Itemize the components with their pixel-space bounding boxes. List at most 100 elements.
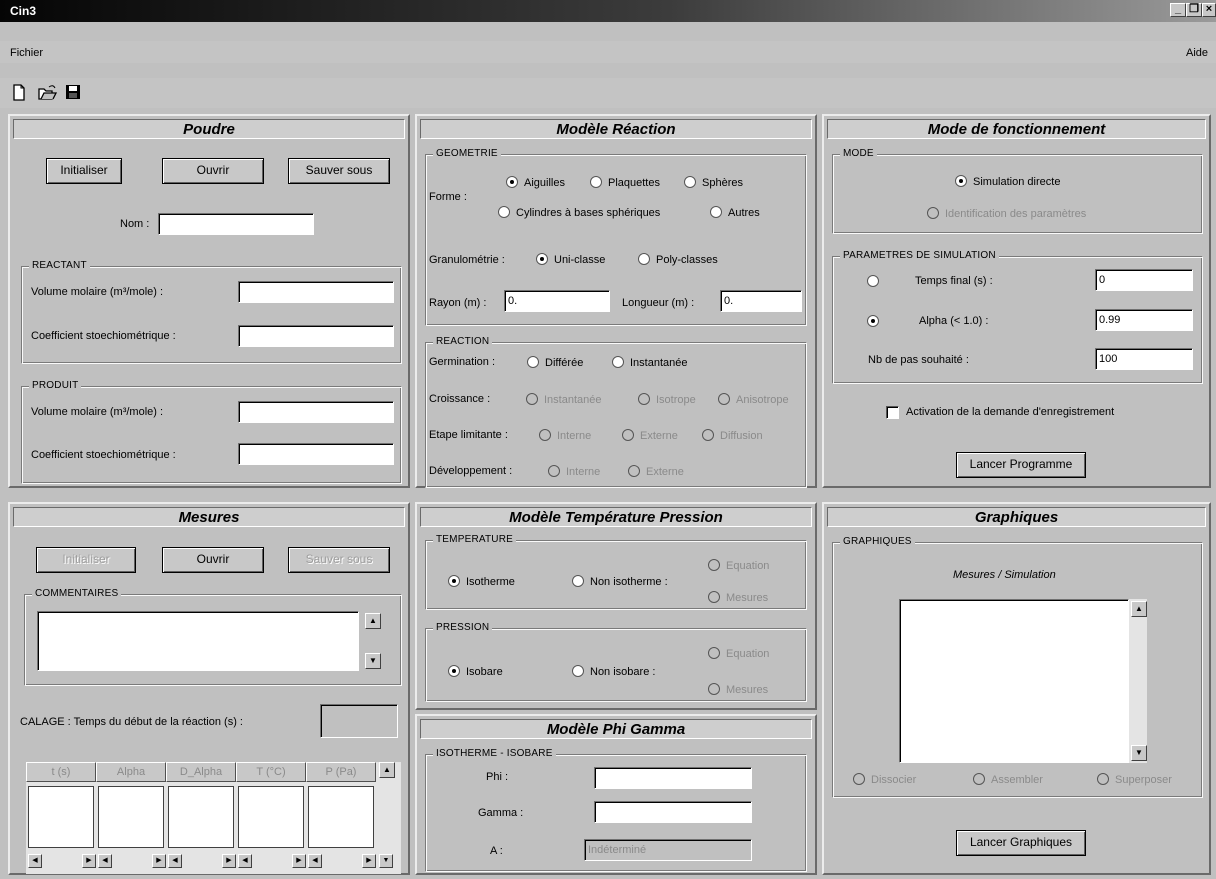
grid-header-dalpha: D_Alpha [166, 762, 236, 782]
lancer-programme-button[interactable]: Lancer Programme [956, 452, 1086, 478]
grid-scroll-right-icon[interactable]: ▶ [222, 854, 236, 868]
grid-scroll-left-icon[interactable]: ◀ [98, 854, 112, 868]
radio-cylindres[interactable]: Cylindres à bases sphériques [498, 206, 660, 219]
graph-scroll-down-icon[interactable]: ▼ [1131, 745, 1147, 761]
grid-scroll-right-icon[interactable]: ▶ [292, 854, 306, 868]
lancer-graphiques-button[interactable]: Lancer Graphiques [956, 830, 1086, 856]
radio-autres[interactable]: Autres [710, 206, 760, 219]
reactant-stoich-input[interactable] [238, 325, 394, 347]
nb-pas-label: Nb de pas souhaité : [868, 354, 969, 366]
graphiques-scrollbar[interactable] [1129, 599, 1147, 763]
radio-non-isotherme[interactable]: Non isotherme : [572, 575, 668, 588]
rayon-input[interactable]: 0. [504, 290, 610, 312]
grid-scroll-down-icon[interactable]: ▼ [379, 854, 393, 868]
mesures-save-as-button: Sauver sous [288, 547, 390, 573]
radio-t-mesures: Mesures [708, 591, 768, 604]
radio-plaquettes-label: Plaquettes [608, 177, 660, 189]
grid-scroll-up-icon[interactable]: ▲ [379, 762, 395, 778]
grid-column-t[interactable] [28, 786, 94, 848]
radio-uni-classe[interactable]: Uni-classe [536, 253, 605, 266]
menu-aide[interactable]: Aide [1186, 47, 1208, 59]
alpha-input[interactable]: 0.99 [1095, 309, 1193, 331]
window-title: Cin3 [10, 4, 37, 18]
poudre-name-input[interactable] [158, 213, 314, 235]
radio-instantanee[interactable]: Instantanée [612, 356, 688, 369]
radio-poly-classes[interactable]: Poly-classes [638, 253, 718, 266]
poudre-init-button[interactable]: Initialiser [46, 158, 122, 184]
nb-pas-input[interactable]: 100 [1095, 348, 1193, 370]
radio-aiguilles[interactable]: Aiguilles [506, 176, 565, 189]
alpha-label: Alpha (< 1.0) : [919, 315, 989, 327]
grid-scroll-left-icon[interactable]: ◀ [308, 854, 322, 868]
produit-stoich-input[interactable] [238, 443, 394, 465]
radio-d-interne-label: Interne [566, 466, 601, 478]
radio-dot [448, 575, 460, 587]
radio-dot [572, 665, 584, 677]
radio-non-isobare[interactable]: Non isobare : [572, 665, 655, 678]
radio-temps-final[interactable] [867, 275, 885, 288]
radio-e-diffusion: Diffusion [702, 429, 763, 442]
reactant-molar-input[interactable] [238, 281, 394, 303]
grid-column-p[interactable] [308, 786, 374, 848]
radio-instantanee-label: Instantanée [630, 357, 688, 369]
reaction-panel: Modèle Réaction GEOMETRIE Forme : Aiguil… [415, 114, 817, 488]
radio-isobare[interactable]: Isobare [448, 665, 503, 678]
radio-isotherme[interactable]: Isotherme [448, 575, 515, 588]
poudre-open-button[interactable]: Ouvrir [162, 158, 264, 184]
produit-group: PRODUIT Volume molaire (m³/mole) : Coeff… [21, 380, 402, 484]
grid-scroll-right-icon[interactable]: ▶ [152, 854, 166, 868]
radio-t-equation-label: Equation [726, 560, 770, 572]
maximize-button[interactable]: ❐ [1186, 3, 1202, 17]
gamma-input[interactable] [594, 801, 752, 823]
grid-scroll-left-icon[interactable]: ◀ [28, 854, 42, 868]
radio-isotherme-label: Isotherme [466, 576, 515, 588]
phigamma-panel: Modèle Phi Gamma ISOTHERME - ISOBARE Phi… [415, 714, 817, 875]
activation-checkbox[interactable] [886, 406, 899, 419]
menu-bar: Fichier Aide [0, 41, 1216, 63]
phi-label: Phi : [486, 771, 509, 783]
produit-molar-input[interactable] [238, 401, 394, 423]
minimize-button[interactable]: _ [1170, 3, 1186, 17]
radio-differee[interactable]: Différée [527, 356, 583, 369]
reactant-molar-label: Volume molaire (m³/mole) : [31, 286, 164, 298]
scroll-down-icon[interactable]: ▼ [365, 653, 381, 669]
radio-non-isobare-label: Non isobare : [590, 666, 656, 678]
radio-dot [612, 356, 624, 368]
geometrie-group: GEOMETRIE Forme : Aiguilles Plaquettes S… [425, 148, 807, 326]
menu-fichier[interactable]: Fichier [10, 47, 43, 59]
grid-scroll-left-icon[interactable]: ◀ [168, 854, 182, 868]
poudre-save-as-button[interactable]: Sauver sous [288, 158, 390, 184]
radio-dot [536, 253, 548, 265]
longueur-input[interactable]: 0. [720, 290, 802, 312]
calage-input [320, 704, 398, 738]
grid-scroll-left-icon[interactable]: ◀ [238, 854, 252, 868]
new-file-icon[interactable] [8, 82, 30, 102]
radio-c-instantanee: Instantanée [526, 393, 602, 406]
graphiques-list[interactable] [899, 599, 1129, 763]
mesures-open-button[interactable]: Ouvrir [162, 547, 264, 573]
grid-scroll-right-icon[interactable]: ▶ [362, 854, 376, 868]
grid-column-t-celsius[interactable] [238, 786, 304, 848]
scroll-up-icon[interactable]: ▲ [365, 613, 381, 629]
reaction-title: Modèle Réaction [420, 119, 812, 139]
radio-p-equation-label: Equation [726, 648, 770, 660]
radio-dot [506, 176, 518, 188]
grid-column-dalpha[interactable] [168, 786, 234, 848]
commentaires-textarea[interactable] [37, 611, 359, 671]
temperature-legend: TEMPERATURE [433, 534, 517, 546]
radio-plaquettes[interactable]: Plaquettes [590, 176, 660, 189]
phi-input[interactable] [594, 767, 752, 789]
save-disk-icon[interactable] [62, 82, 84, 102]
close-button[interactable]: × [1202, 3, 1216, 17]
forme-label: Forme : [429, 191, 467, 203]
grid-scroll-right-icon[interactable]: ▶ [82, 854, 96, 868]
radio-simulation-directe[interactable]: Simulation directe [955, 175, 1060, 188]
radio-alpha[interactable] [867, 315, 885, 328]
graph-scroll-up-icon[interactable]: ▲ [1131, 601, 1147, 617]
radio-spheres[interactable]: Sphères [684, 176, 743, 189]
grid-column-alpha[interactable] [98, 786, 164, 848]
open-folder-icon[interactable] [36, 82, 58, 102]
radio-dot [708, 559, 720, 571]
temps-final-input[interactable]: 0 [1095, 269, 1193, 291]
reactant-legend: REACTANT [29, 260, 90, 272]
